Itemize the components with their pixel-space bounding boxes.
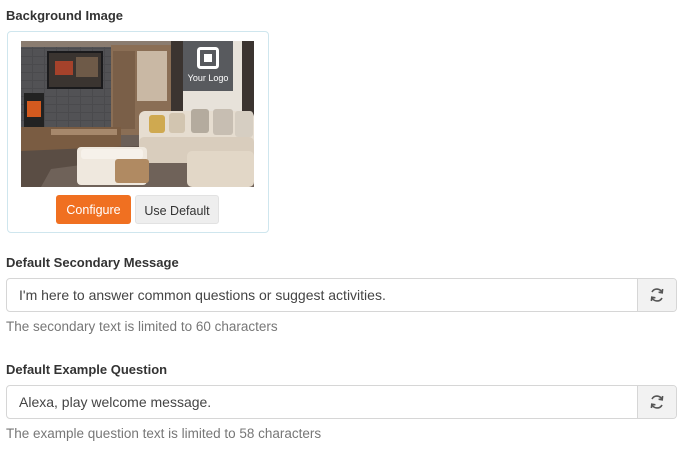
example-question-help: The example question text is limited to … — [6, 426, 322, 441]
logo-placeholder: Your Logo — [183, 41, 233, 91]
example-question-group: Alexa, play welcome message. — [6, 385, 677, 419]
logo-square-icon — [197, 47, 219, 69]
example-question-label: Default Example Question — [6, 362, 168, 377]
secondary-reset-button[interactable] — [637, 279, 676, 311]
logo-text: Your Logo — [187, 73, 229, 83]
background-image-card: Your Logo Configure Use Default — [7, 31, 269, 233]
background-image-label: Background Image — [6, 8, 124, 23]
use-default-button[interactable]: Use Default — [135, 195, 219, 224]
secondary-message-label: Default Secondary Message — [6, 255, 179, 270]
secondary-message-help: The secondary text is limited to 60 char… — [6, 319, 278, 334]
refresh-icon — [650, 395, 664, 409]
background-image-preview: Your Logo — [21, 41, 254, 187]
example-question-input[interactable]: Alexa, play welcome message. — [7, 386, 637, 418]
configure-button[interactable]: Configure — [56, 195, 131, 224]
example-reset-button[interactable] — [637, 386, 676, 418]
secondary-message-group: I'm here to answer common questions or s… — [6, 278, 677, 312]
secondary-message-input[interactable]: I'm here to answer common questions or s… — [7, 279, 637, 311]
refresh-icon — [650, 288, 664, 302]
